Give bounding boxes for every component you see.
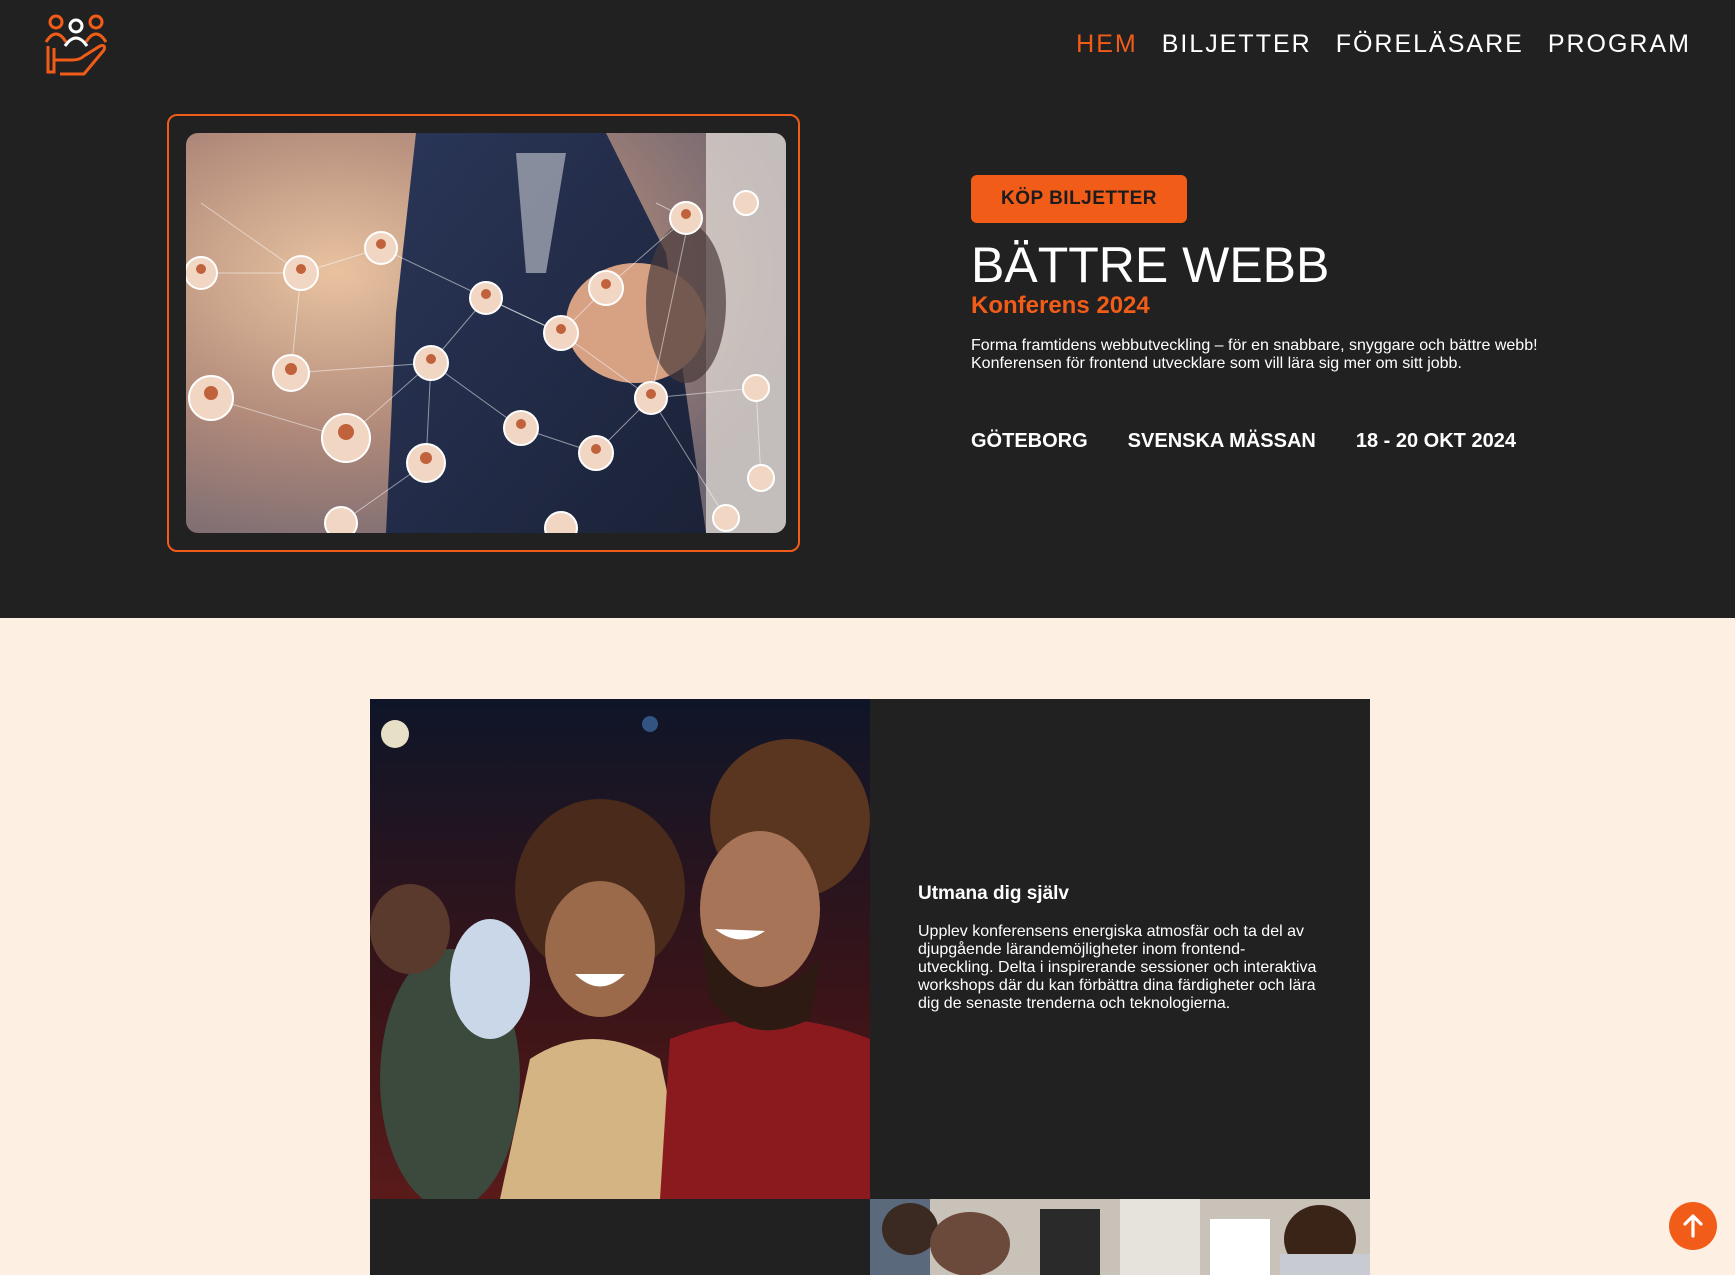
- audience-photo: [370, 699, 870, 1199]
- arrow-up-icon: [1683, 1214, 1703, 1238]
- hero-description: Forma framtidens webbutveckling – för en…: [971, 337, 1571, 373]
- event-city: GÖTEBORG: [971, 430, 1088, 452]
- people-hand-icon: [44, 14, 108, 76]
- crowd-photo: [870, 1199, 1370, 1275]
- nav-item-biljetter[interactable]: BILJETTER: [1162, 30, 1312, 59]
- site-header: HEM BILJETTER FÖRELÄSARE PROGRAM KÖP BIL…: [0, 0, 1735, 618]
- main-nav: HEM BILJETTER FÖRELÄSARE PROGRAM: [1076, 30, 1691, 59]
- feature-heading: Utmana dig själv: [918, 883, 1069, 904]
- scroll-to-top-button[interactable]: [1669, 1202, 1717, 1250]
- page-subtitle: Konferens 2024: [971, 292, 1150, 319]
- feature-grid: Utmana dig själv Upplev konferensens ene…: [370, 699, 1370, 1275]
- page-title: BÄTTRE WEBB: [971, 237, 1330, 293]
- nav-item-forelasare[interactable]: FÖRELÄSARE: [1336, 30, 1524, 59]
- nav-item-program[interactable]: PROGRAM: [1548, 30, 1691, 59]
- event-dates: 18 - 20 OKT 2024: [1355, 430, 1516, 452]
- feature-body: Upplev konferensens energiska atmosfär o…: [918, 923, 1317, 1012]
- buy-tickets-button[interactable]: KÖP BILJETTER: [971, 175, 1187, 223]
- hero-description-line-1: Forma framtidens webbutveckling – för en…: [971, 337, 1538, 354]
- logo[interactable]: [44, 12, 112, 78]
- hero-description-line-2: Konferensen för frontend utvecklare som …: [971, 355, 1462, 372]
- hero-network-image: [186, 133, 786, 533]
- event-venue: SVENSKA MÄSSAN: [1127, 430, 1316, 452]
- nav-item-hem[interactable]: HEM: [1076, 30, 1138, 59]
- feature-card: Utmana dig själv Upplev konferensens ene…: [918, 883, 1318, 1013]
- event-facts: GÖTEBORG SVENSKA MÄSSAN 18 - 20 OKT 2024: [971, 430, 1516, 453]
